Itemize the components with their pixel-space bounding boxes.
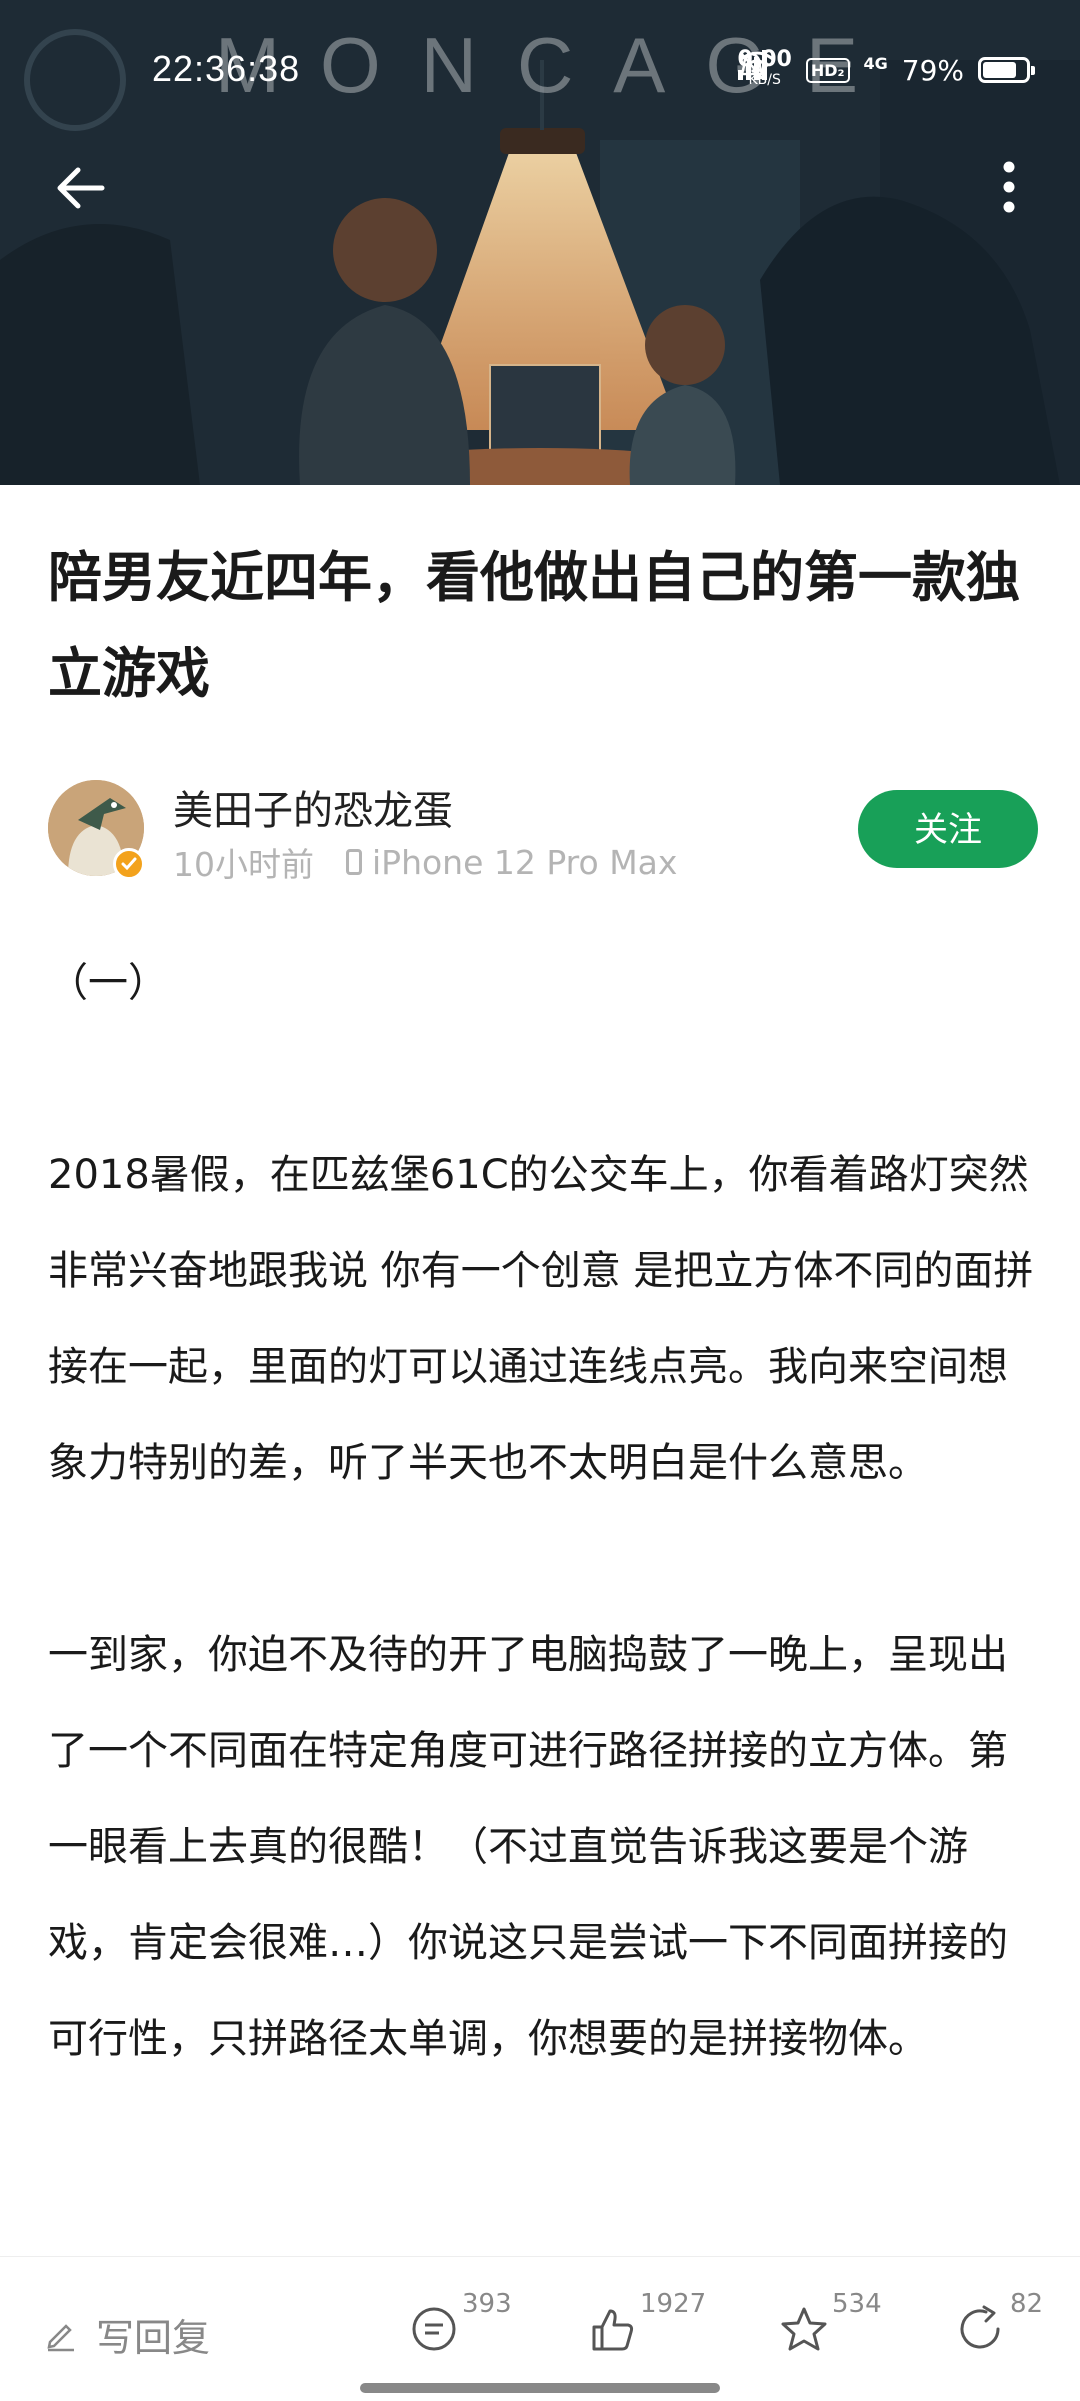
pencil-icon [47,2323,74,2351]
status-icons: 0.00 KB/S HD₂ 4G 79% [737,49,1035,90]
post-device: iPhone 12 Pro Max [372,842,678,882]
article-title: 陪男友近四年，看他做出自己的第一款独立游戏 [48,546,1020,705]
follow-button[interactable]: 关注 [858,790,1038,868]
status-time: 22:36:38 [152,48,301,89]
header-banner: MONCAGE 22:36:38 0.00 KB/S HD₂ 4G [0,0,1080,485]
post-time: 10小时前 [173,845,314,884]
phone-icon [346,849,362,875]
author-name[interactable]: 美田子的恐龙蛋 [173,778,453,836]
hd-badge: HD₂ [805,57,850,83]
likes-count: 1927 [640,2289,707,2319]
arrow-left-icon [57,167,105,209]
paragraph: （一） [48,960,168,1006]
comment-icon [412,2307,456,2351]
post-meta: 10小时前 iPhone 12 Pro Max [173,838,677,886]
favorites-count: 534 [832,2289,882,2319]
comments-count: 393 [462,2289,512,2319]
more-options-button[interactable] [985,155,1030,225]
home-indicator[interactable] [360,2383,720,2393]
paragraph: 一到家，你迫不及待的开了电脑捣鼓了一晚上，呈现出了一个不同面在特定角度可进行路径… [48,1632,1008,2062]
network-type: 4G [863,53,888,73]
star-icon [781,2307,827,2351]
shares-count: 82 [1010,2289,1044,2319]
thumbs-up-icon [592,2309,634,2351]
back-button[interactable] [52,160,122,220]
signal-icon [737,50,767,80]
battery-icon [978,57,1035,83]
bottom-toolbar: 写回复 393 1927 534 82 [0,2256,1080,2401]
paragraph: 2018暑假，在匹兹堡61C的公交车上，你看着路灯突然非常兴奋地跟我说 你有一个… [48,1152,1034,1486]
battery-percent: 79% [901,53,964,87]
reply-label: 写回复 [96,2316,211,2360]
article-body: （一） 2018暑假，在匹兹堡61C的公交车上，你看着路灯突然非常兴奋地跟我说 … [48,935,1038,2087]
share-icon [960,2305,1000,2349]
reply-input[interactable]: 写回复 [44,2307,210,2362]
verified-badge-icon [113,848,145,880]
vertical-dots-icon [1003,161,1015,213]
status-bar: MONCAGE 22:36:38 0.00 KB/S HD₂ 4G [0,0,1080,140]
author-row: 美田子的恐龙蛋 10小时前 iPhone 12 Pro Max 关注 [48,778,1038,884]
